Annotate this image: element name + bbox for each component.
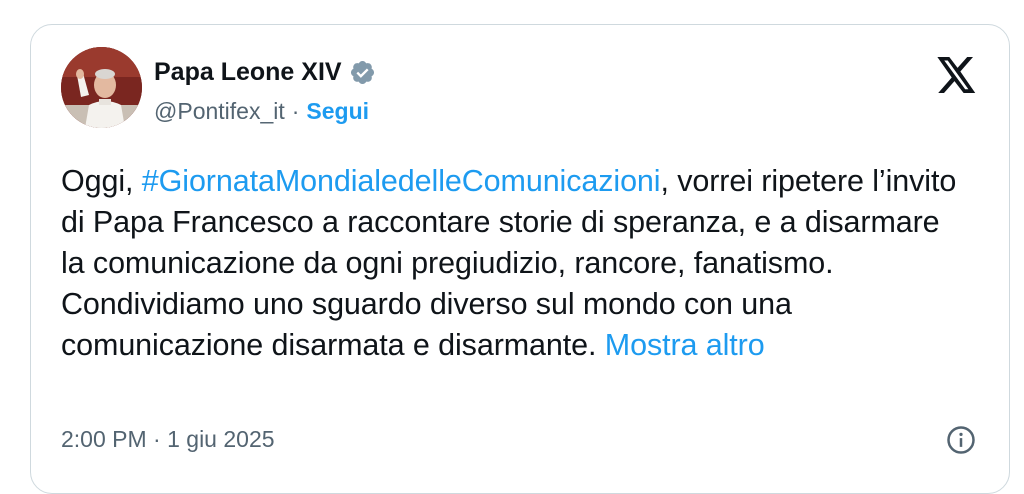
tweet-timestamp[interactable]: 2:00 PM · 1 giu 2025 [61,423,275,455]
dot-separator: · [291,97,300,124]
avatar[interactable] [61,47,142,128]
hashtag-link[interactable]: #GiornataMondialedelleComunicazioni [142,164,661,198]
follow-button[interactable]: Segui [306,98,369,125]
avatar-photo [61,47,142,128]
author-handle-row: @Pontifex_it · Segui [154,95,369,127]
timestamp-text[interactable]: 2:00 PM · 1 giu 2025 [61,426,275,453]
verified-badge-icon [349,59,376,86]
tweet-text: Oggi, #GiornataMondialedelleComunicazion… [61,161,966,366]
tweet-text-start: Oggi, [61,164,142,198]
show-more-link[interactable]: Mostra altro [605,328,765,362]
author-handle[interactable]: @Pontifex_it [154,98,285,125]
x-logo-icon[interactable] [937,57,977,93]
info-icon[interactable] [946,425,976,455]
author-name-row: Papa Leone XIV [154,55,376,89]
author-display-name[interactable]: Papa Leone XIV [154,58,342,87]
tweet-card[interactable]: Papa Leone XIV @Pontifex_it · Segui Oggi… [30,24,1010,494]
